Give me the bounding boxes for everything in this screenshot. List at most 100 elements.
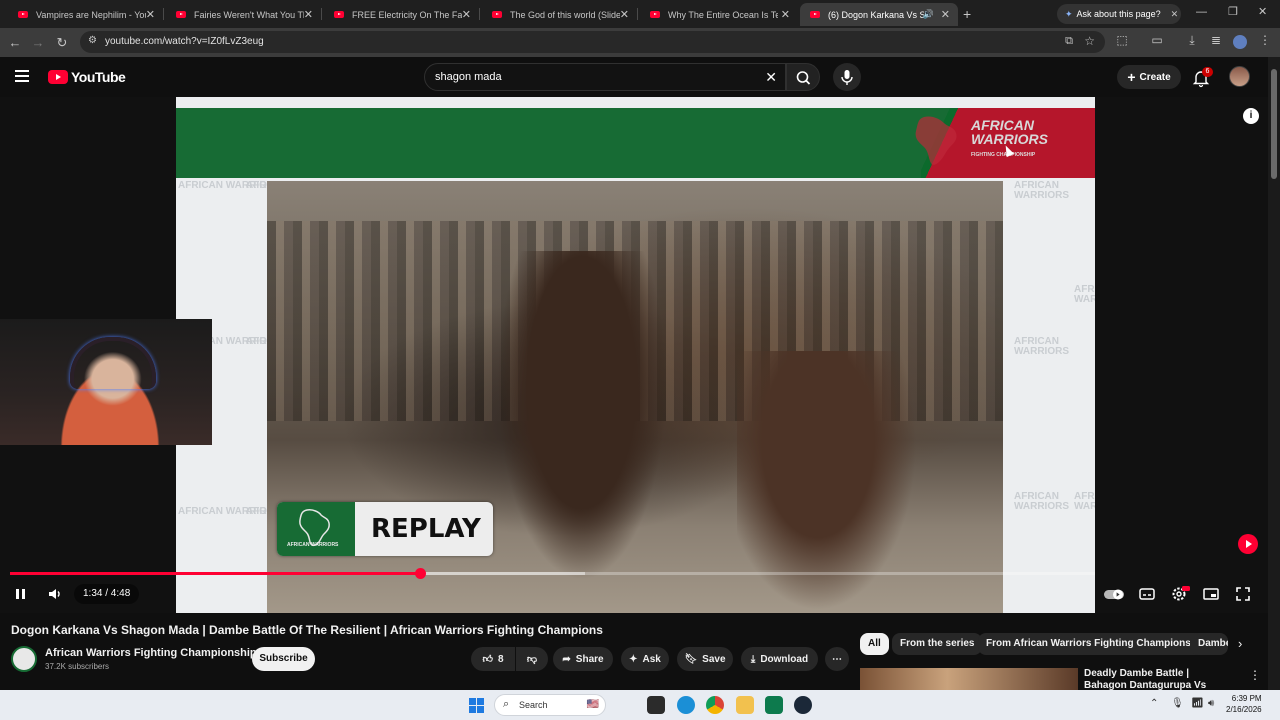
speaker-icon — [49, 589, 60, 599]
recommended-thumbnail[interactable] — [860, 668, 1078, 690]
captions-button[interactable] — [1138, 585, 1156, 603]
replay-label: REPLAY — [371, 514, 481, 544]
account-avatar[interactable] — [1229, 66, 1250, 87]
extensions-icon[interactable]: ⬚ — [1114, 33, 1130, 47]
close-tab-icon[interactable]: ✕ — [146, 8, 155, 21]
download-button[interactable]: ⤓ Download — [741, 647, 818, 671]
browser-tab[interactable]: Vampires are Nephilim - YouTube✕ — [8, 3, 163, 26]
address-bar-row: ← → ↻ ⚙ youtube.com/watch?v=IZ0fLvZ3eug … — [0, 28, 1280, 57]
miniplayer-button[interactable] — [1202, 585, 1220, 603]
ask-about-page-button[interactable]: ✦ Ask about this page? ✕ — [1057, 4, 1181, 24]
browser-tab[interactable]: Fairies Weren't What You Think✕ — [166, 3, 321, 26]
more-vertical-icon[interactable]: ⋮ — [1249, 668, 1261, 682]
app-icon[interactable] — [765, 696, 783, 714]
ask-button[interactable]: ✦ Ask — [621, 647, 669, 671]
restore-icon[interactable]: ❐ — [1228, 5, 1238, 18]
menu-kebab-icon[interactable]: ⋮ — [1257, 33, 1273, 47]
volume-button[interactable] — [46, 585, 64, 603]
fullscreen-button[interactable] — [1234, 585, 1252, 603]
share-icon: ➦ — [562, 653, 571, 665]
youtube-favicon-icon — [18, 11, 28, 18]
autoplay-toggle[interactable] — [1103, 585, 1125, 603]
gear-icon — [1172, 586, 1190, 601]
watermark-text: AFRICAN WARRIORS — [1014, 336, 1069, 357]
chrome-icon[interactable] — [706, 696, 724, 714]
progress-scrubber[interactable] — [414, 568, 426, 579]
file-explorer-icon[interactable] — [736, 696, 754, 714]
close-tab-icon[interactable]: ✕ — [620, 8, 629, 21]
info-icon[interactable]: i — [1243, 108, 1259, 124]
chevron-up-icon[interactable]: ⌃ — [1150, 698, 1158, 709]
search-input-value[interactable]: shagon mada — [435, 71, 502, 83]
back-icon[interactable]: ← — [5, 33, 25, 53]
plus-icon: + — [1127, 69, 1136, 85]
settings-button[interactable] — [1170, 585, 1190, 603]
flag-icon: 🇺🇸 — [586, 699, 599, 710]
more-actions-button[interactable]: ⋯ — [825, 647, 849, 671]
install-app-icon[interactable]: ⧉ — [1065, 35, 1073, 48]
speaker-icon[interactable]: 🔊 — [923, 9, 934, 20]
video-frame: AFRICAN WARRIORS AFRICAN WARRIORS AFRICA… — [176, 97, 1095, 613]
channel-avatar[interactable] — [11, 646, 37, 672]
steam-icon[interactable] — [794, 696, 812, 714]
voice-search-button[interactable] — [833, 63, 861, 91]
menu-hamburger-icon[interactable] — [15, 70, 29, 82]
taskbar-search[interactable]: ⌕ Search 🇺🇸 — [494, 694, 606, 716]
url-text[interactable]: youtube.com/watch?v=IZ0fLvZ3eug — [105, 36, 264, 47]
chip-all[interactable]: All — [860, 633, 889, 655]
video-player[interactable]: AFRICAN WARRIORS AFRICAN WARRIORS AFRICA… — [0, 97, 1268, 613]
windows-start-icon[interactable] — [469, 698, 484, 713]
create-button[interactable]: + Create — [1117, 65, 1181, 89]
browser-tab-active[interactable]: (6) Dogon Karkana Vs Shag🔊✕ — [800, 3, 958, 26]
chip-from-series[interactable]: From the series — [892, 633, 983, 655]
progress-played — [10, 572, 420, 575]
share-button[interactable]: ➦ Share — [553, 647, 613, 671]
browser-tab-strip: Vampires are Nephilim - YouTube✕ Fairies… — [0, 0, 1280, 28]
close-icon[interactable]: ✕ — [1171, 9, 1179, 20]
save-button[interactable]: 🔖︎ Save — [677, 647, 733, 671]
new-tab-icon[interactable]: + — [963, 6, 971, 22]
microphone-icon[interactable]: 🎙︎ — [1171, 698, 1184, 709]
volume-icon[interactable]: 🔊︎ — [1208, 698, 1214, 709]
reload-icon[interactable]: ↻ — [52, 33, 72, 53]
dislike-button[interactable]: 👎︎ — [516, 647, 548, 671]
download-icon[interactable]: ⤓ — [1184, 33, 1200, 48]
search-button[interactable] — [786, 63, 820, 91]
forward-icon[interactable]: → — [28, 33, 48, 53]
pause-button[interactable] — [10, 584, 30, 604]
close-tab-icon[interactable]: ✕ — [304, 8, 313, 21]
minimize-icon[interactable]: — — [1196, 6, 1207, 18]
clear-search-icon[interactable]: ✕ — [765, 69, 777, 86]
chip-dambe[interactable]: Dambe — [1190, 633, 1228, 655]
chevron-right-icon[interactable]: › — [1238, 636, 1242, 651]
wifi-icon[interactable]: 📶︎ — [1191, 698, 1204, 709]
omnibox[interactable]: ⚙ youtube.com/watch?v=IZ0fLvZ3eug ⧉ ☆ — [80, 31, 1105, 53]
sidebar-icon[interactable]: ▭ — [1149, 33, 1165, 47]
close-tab-icon[interactable]: ✕ — [462, 8, 471, 21]
chip-from-channel[interactable]: From African Warriors Fighting Champions… — [978, 633, 1214, 655]
bookmark-star-icon[interactable]: ☆ — [1084, 34, 1095, 48]
edge-icon[interactable] — [677, 696, 695, 714]
scrollbar-thumb[interactable] — [1271, 69, 1277, 179]
close-window-icon[interactable]: ✕ — [1258, 5, 1267, 18]
youtube-logo[interactable]: YouTube — [48, 69, 126, 85]
search-input[interactable]: shagon mada ✕ — [424, 63, 786, 91]
browser-tab[interactable]: FREE Electricity On The Farm | C✕ — [324, 3, 479, 26]
thumbs-up-icon: 👍︎ — [482, 654, 493, 665]
youtube-favicon-icon — [334, 11, 344, 18]
youtube-play-icon[interactable] — [1238, 534, 1258, 554]
profile-avatar[interactable] — [1233, 35, 1247, 49]
system-clock[interactable]: 6:39 PM 2/16/2026 — [1226, 693, 1262, 715]
close-tab-icon[interactable]: ✕ — [781, 8, 790, 21]
subscribe-button[interactable]: Subscribe — [252, 647, 315, 671]
channel-name[interactable]: African Warriors Fighting Championship — [45, 647, 257, 659]
page-scrollbar[interactable] — [1268, 57, 1280, 690]
progress-bar[interactable] — [10, 568, 1095, 579]
like-button[interactable]: 👍︎ 8 — [471, 647, 515, 671]
site-info-icon[interactable]: ⚙ — [88, 35, 97, 46]
browser-tab[interactable]: Why The Entire Ocean Is Terrifie✕ — [640, 3, 798, 26]
close-tab-icon[interactable]: ✕ — [941, 8, 950, 21]
task-view-icon[interactable] — [647, 696, 665, 714]
media-controls-icon[interactable]: ≣ — [1208, 33, 1224, 47]
browser-tab[interactable]: The God of this world (Slidesho✕ — [482, 3, 637, 26]
